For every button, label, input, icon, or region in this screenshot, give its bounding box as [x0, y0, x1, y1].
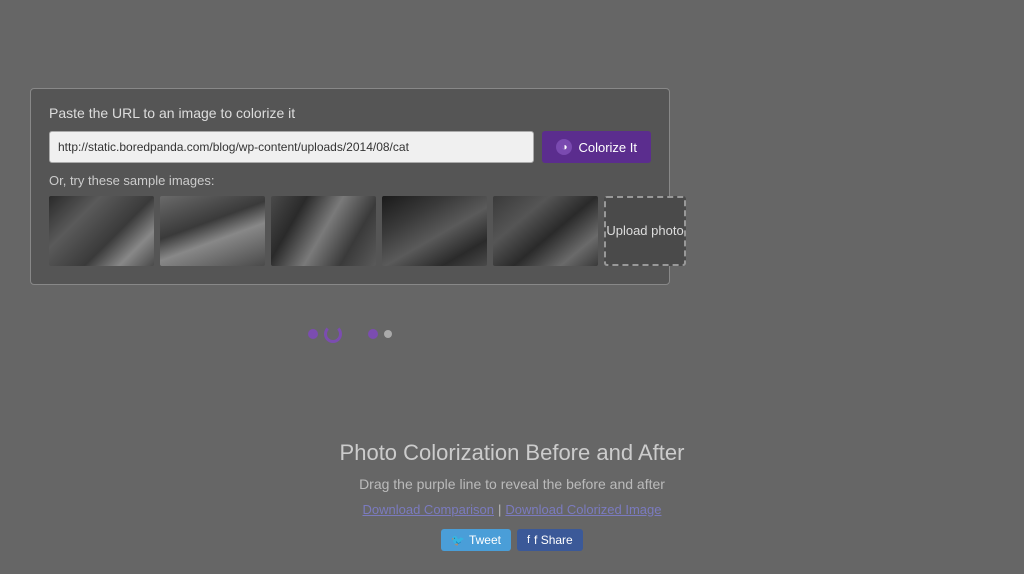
download-comparison-link[interactable]: Download Comparison — [363, 502, 495, 517]
colorize-title: Paste the URL to an image to colorize it — [49, 105, 651, 121]
facebook-share-button[interactable]: f f Share — [517, 529, 583, 551]
section-title: Photo Colorization Before and After — [0, 440, 1024, 466]
colorize-box: Paste the URL to an image to colorize it… — [30, 88, 670, 285]
bottom-section: Photo Colorization Before and After Drag… — [0, 440, 1024, 551]
tweet-button[interactable]: 🐦 Tweet — [441, 529, 511, 551]
separator: | — [498, 502, 501, 517]
colorize-panel: Paste the URL to an image to colorize it… — [30, 88, 670, 285]
sample-thumb-5[interactable] — [493, 196, 598, 266]
loading-dots-area — [30, 325, 670, 343]
download-colorized-link[interactable]: Download Colorized Image — [505, 502, 661, 517]
sample-thumb-4[interactable] — [382, 196, 487, 266]
spinner-1 — [324, 325, 342, 343]
colorize-button[interactable]: ◑ Colorize It — [542, 131, 651, 163]
colorize-icon: ◑ — [556, 139, 572, 155]
sample-thumb-2[interactable] — [160, 196, 265, 266]
dot-3 — [384, 330, 392, 338]
dot-1 — [308, 329, 318, 339]
facebook-icon: f — [527, 534, 530, 546]
thumbnails-row: Upload photo — [49, 196, 651, 266]
share-label: f Share — [534, 533, 573, 547]
url-row: ◑ Colorize It — [49, 131, 651, 163]
tweet-label: Tweet — [469, 533, 501, 547]
sample-label: Or, try these sample images: — [49, 173, 651, 188]
download-links: Download Comparison | Download Colorized… — [0, 502, 1024, 517]
section-subtitle: Drag the purple line to reveal the befor… — [0, 476, 1024, 492]
colorize-button-label: Colorize It — [578, 140, 637, 155]
dot-2 — [368, 329, 378, 339]
social-buttons: 🐦 Tweet f f Share — [0, 529, 1024, 551]
twitter-icon: 🐦 — [451, 534, 465, 547]
upload-photo-label: Upload photo — [606, 223, 683, 240]
sample-thumb-1[interactable] — [49, 196, 154, 266]
sample-thumb-3[interactable] — [271, 196, 376, 266]
url-input[interactable] — [49, 131, 534, 163]
upload-photo-button[interactable]: Upload photo — [604, 196, 686, 266]
